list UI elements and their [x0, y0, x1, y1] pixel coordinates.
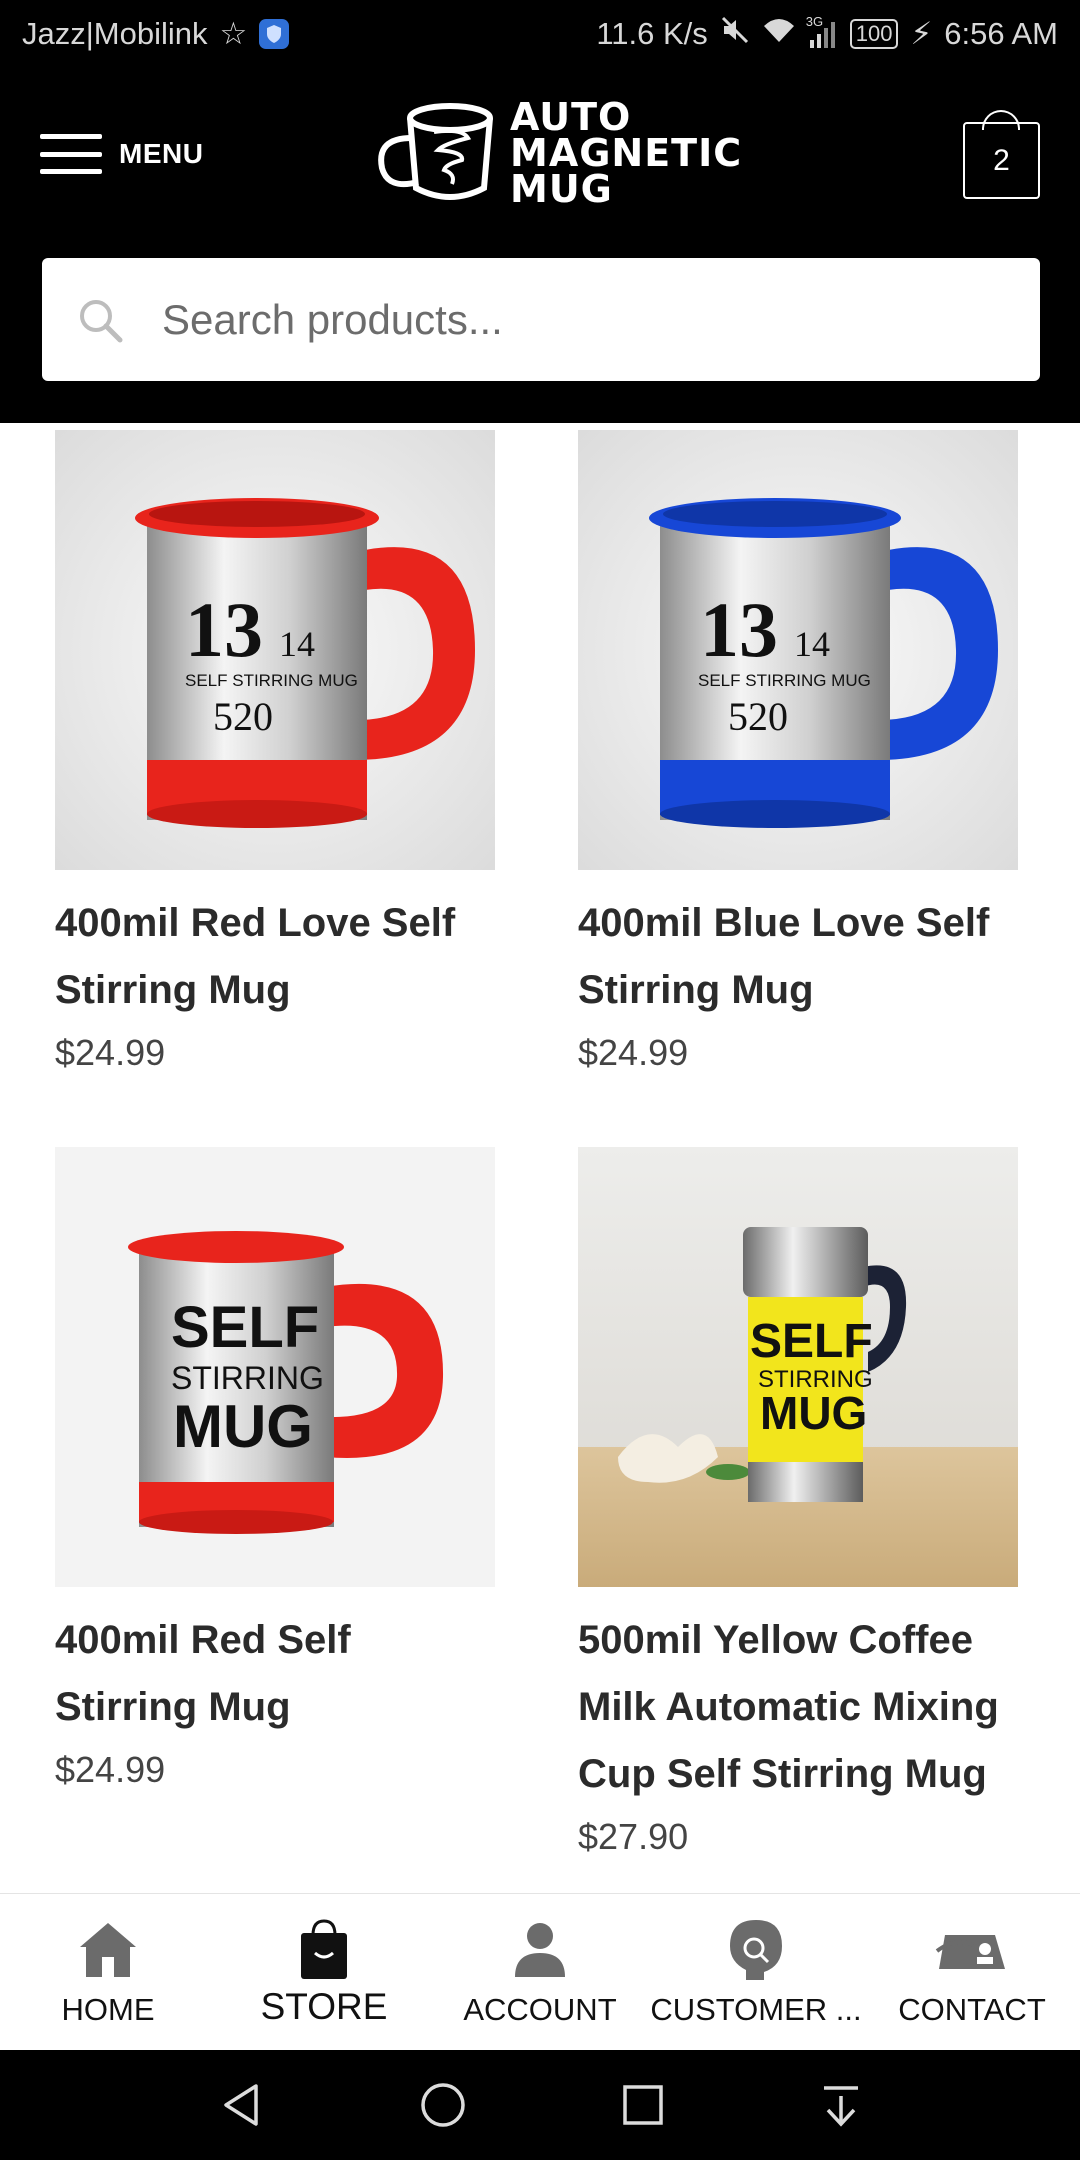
product-card[interactable]: SELF STIRRING MUG 400mil Red Self Stirri… [55, 1147, 495, 1791]
system-navigation-bar [0, 2050, 1080, 2160]
nav-label: STORE [260, 1986, 388, 2027]
nav-account[interactable]: ACCOUNT [432, 1894, 648, 2050]
product-image[interactable]: SELF STIRRING MUG [578, 1147, 1018, 1587]
product-price: $24.99 [55, 1749, 166, 1790]
network-speed: 11.6 K/s [596, 16, 708, 51]
mug-print-caption: SELF STIRRING MUG [698, 671, 871, 690]
logo-line-3: MUG [510, 167, 613, 211]
product-title[interactable]: 400mil Red Self Stirring Mug [55, 1607, 495, 1741]
mug-print-self: SELF [171, 1295, 319, 1360]
nav-label: ACCOUNT [463, 1992, 617, 2027]
site-header: MENU AUTO MAGNETIC MUG 2 [0, 68, 1080, 423]
mug-print-caption: SELF STIRRING MUG [185, 671, 358, 690]
battery-indicator: 100 [849, 19, 899, 49]
product-title[interactable]: 500mil Yellow Coffee Milk Automatic Mixi… [578, 1607, 1018, 1808]
recents-icon[interactable] [620, 2082, 666, 2128]
mug-logo-icon [378, 103, 493, 200]
product-card[interactable]: 13 14 SELF STIRRING MUG 520 400mil Blue … [578, 430, 1018, 1074]
search-bar[interactable] [42, 258, 1040, 381]
nav-label: CUSTOMER ... [650, 1992, 862, 2027]
notification-pulldown-icon[interactable] [818, 2080, 864, 2130]
search-icon[interactable] [76, 296, 124, 344]
mug-print-mug: MUG [760, 1387, 867, 1439]
charging-icon: ⚡ [910, 16, 933, 51]
mug-print-stirring: STIRRING [171, 1360, 324, 1396]
product-card[interactable]: SELF STIRRING MUG 500mil Yellow Coffee M… [578, 1147, 1018, 1858]
product-price: $24.99 [55, 1032, 166, 1073]
search-input[interactable] [162, 295, 962, 344]
bottom-navigation: HOME STORE ACCOUNT CUSTOMER ... CONTACT [0, 1893, 1080, 2050]
carrier-label: Jazz|Mobilink [22, 16, 208, 51]
mug-print-520: 520 [213, 694, 273, 739]
mute-icon [720, 15, 750, 53]
mug-print-14: 14 [794, 624, 830, 664]
product-title-line: 500mil Yellow Coffee [578, 1618, 973, 1662]
usb-icon: ☆ [219, 16, 248, 51]
nav-home[interactable]: HOME [0, 1894, 216, 2050]
product-title-line: Stirring Mug [578, 968, 814, 1012]
nav-customer[interactable]: CUSTOMER ... [648, 1894, 864, 2050]
cart-count: 2 [993, 143, 1010, 177]
mug-print-13: 13 [185, 586, 263, 673]
home-icon [76, 1914, 140, 1984]
customer-support-icon [724, 1914, 788, 1984]
network-type: 3G [805, 14, 824, 29]
user-icon [511, 1914, 569, 1984]
site-logo[interactable]: AUTO MAGNETIC MUG [372, 98, 742, 208]
mug-print-520: 520 [728, 694, 788, 739]
product-title[interactable]: 400mil Blue Love Self Stirring Mug [578, 890, 1018, 1024]
back-icon[interactable] [216, 2080, 266, 2130]
mug-print-14: 14 [279, 624, 315, 664]
product-title-line: Stirring Mug [55, 1685, 291, 1729]
product-title-line: 400mil Blue Love Self [578, 901, 990, 945]
mug-print-mug: MUG [173, 1393, 313, 1460]
shopping-bag-icon [297, 1914, 351, 1984]
product-image[interactable]: 13 14 SELF STIRRING MUG 520 [55, 430, 495, 870]
hamburger-icon [40, 134, 102, 174]
mug-print-13: 13 [700, 586, 778, 673]
product-title-line: Stirring Mug [55, 968, 291, 1012]
logo-line-2: MAGNETIC [510, 131, 743, 175]
product-image[interactable]: 13 14 SELF STIRRING MUG 520 [578, 430, 1018, 870]
nav-contact[interactable]: CONTACT [864, 1894, 1080, 2050]
cart-button[interactable]: 2 [963, 122, 1040, 199]
product-image[interactable]: SELF STIRRING MUG [55, 1147, 495, 1587]
clock: 6:56 AM [944, 16, 1058, 51]
product-title[interactable]: 400mil Red Love Self Stirring Mug [55, 890, 495, 1024]
menu-button[interactable]: MENU [40, 134, 203, 174]
mug-print-self: SELF [750, 1315, 873, 1368]
signal-icon: 3G [806, 14, 838, 48]
nav-label: HOME [61, 1992, 155, 2027]
product-price: $27.90 [578, 1816, 689, 1857]
menu-label: MENU [119, 138, 204, 169]
product-title-line: 400mil Red Self [55, 1618, 351, 1662]
product-card[interactable]: 13 14 SELF STIRRING MUG 520 400mil Red L… [55, 430, 495, 1074]
product-price: $24.99 [578, 1032, 689, 1073]
product-title-line: Cup Self Stirring Mug [578, 1752, 987, 1796]
product-title-line: Milk Automatic Mixing [578, 1685, 999, 1729]
logo-text: AUTO MAGNETIC MUG [510, 95, 743, 211]
shield-icon [259, 19, 290, 49]
logo-line-1: AUTO [510, 95, 632, 139]
contact-card-icon [935, 1914, 1009, 1984]
nav-label: CONTACT [898, 1992, 1046, 2027]
product-title-line: 400mil Red Love Self [55, 901, 456, 945]
status-bar: Jazz|Mobilink ☆ 11.6 K/s 3G 100 ⚡ 6:56 A… [0, 0, 1080, 68]
nav-store[interactable]: STORE [216, 1894, 432, 2050]
home-circle-icon[interactable] [418, 2080, 468, 2130]
wifi-icon [762, 16, 796, 52]
